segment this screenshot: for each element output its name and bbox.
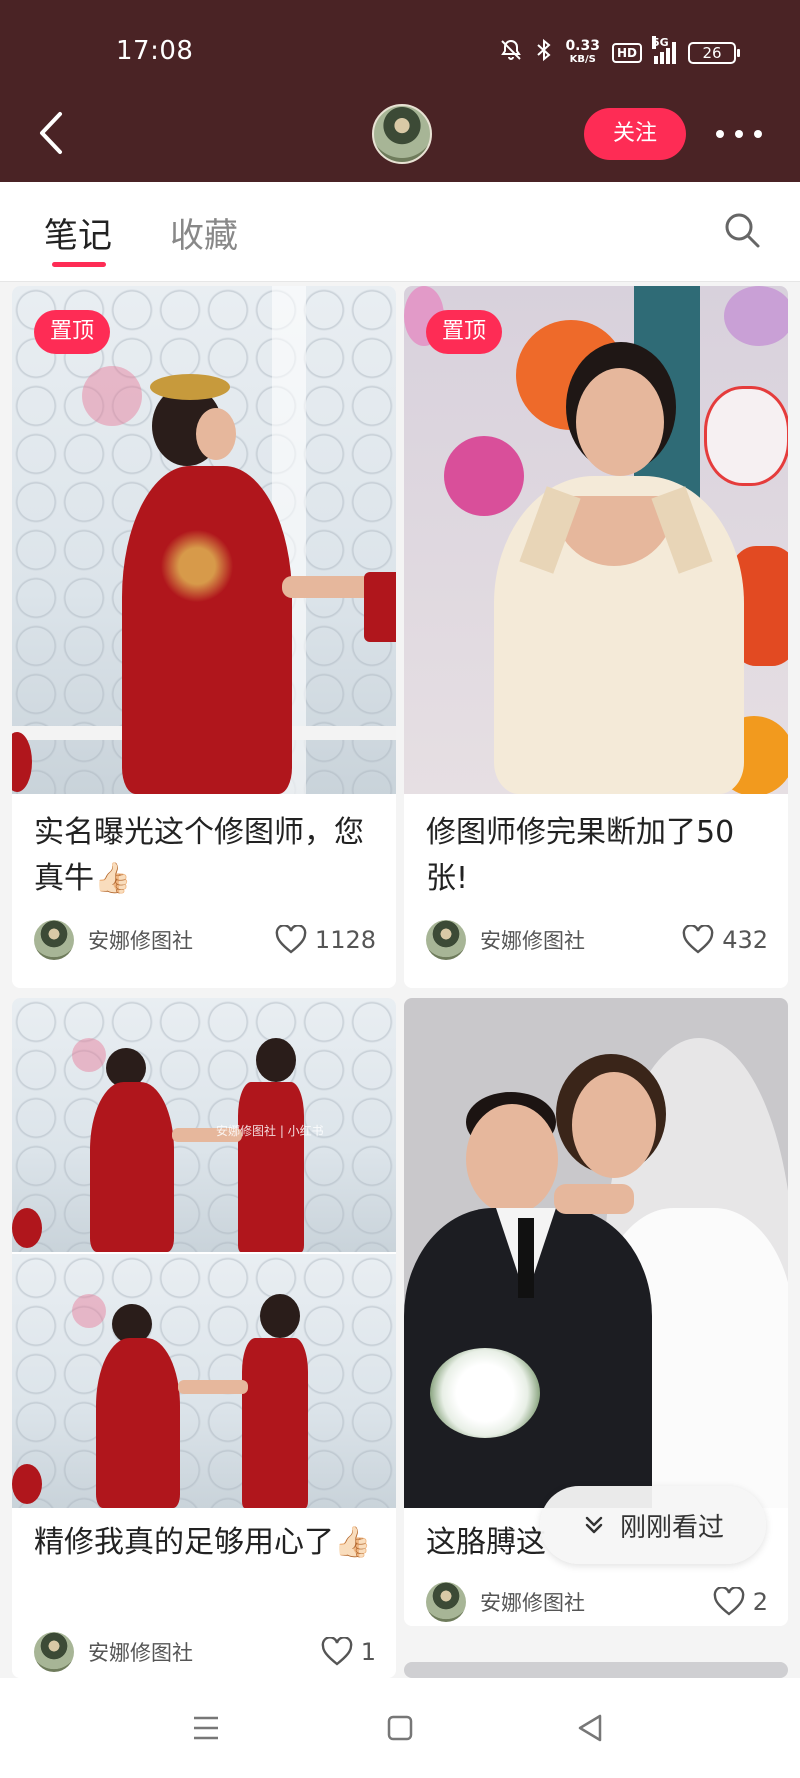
hd-badge: HD (611, 42, 642, 63)
note-card[interactable]: 安娜修图社 | 小红书 精修我真的足够用心了👍🏻 安娜修图社 1 (12, 998, 396, 1678)
like-count: 1 (360, 1638, 376, 1666)
content-tabs: 笔记 收藏 (0, 182, 800, 282)
double-chevron-down-icon (585, 1516, 603, 1534)
triangle-back-icon (578, 1714, 602, 1742)
app-screen: 17:08 0.33 KB/S HD 5G 26 关注 笔记 收藏 置顶 实名曝… (0, 0, 800, 1778)
note-card[interactable]: 置顶 修图师修完果断加了50张! 安娜修图社 432 (404, 286, 788, 988)
back-button[interactable] (34, 108, 70, 158)
like-count: 2 (752, 1588, 768, 1616)
author-avatar[interactable] (426, 1582, 466, 1622)
menu-icon (194, 1716, 218, 1740)
recently-viewed-button[interactable]: 刚刚看过 (540, 1486, 766, 1564)
author-avatar[interactable] (34, 1632, 74, 1672)
dot-icon (716, 130, 724, 138)
note-footer: 安娜修图社 1 (34, 1632, 376, 1672)
battery-icon: 26 (688, 41, 740, 64)
net-speed-value: 0.33 (565, 37, 600, 54)
status-icons: 0.33 KB/S HD 5G 26 (499, 35, 740, 67)
net-speed: 0.33 KB/S (565, 37, 600, 66)
tab-collections[interactable]: 收藏 (170, 208, 238, 257)
active-tab-indicator (52, 262, 106, 267)
system-nav-bar (0, 1678, 800, 1778)
net-speed-unit: KB/S (569, 53, 596, 65)
author-avatar[interactable] (426, 920, 466, 960)
search-button[interactable] (722, 210, 762, 250)
dot-icon (735, 130, 743, 138)
recently-viewed-label: 刚刚看过 (619, 1512, 724, 1543)
note-card-partial[interactable] (404, 1662, 788, 1678)
follow-button[interactable]: 关注 (584, 108, 686, 160)
dot-icon (754, 130, 762, 138)
like-button[interactable]: 1128 (275, 925, 376, 955)
tab-notes[interactable]: 笔记 (44, 208, 112, 257)
note-title: 实名曝光这个修图师，您真牛👍🏻 (34, 815, 364, 896)
note-footer: 安娜修图社 432 (426, 920, 768, 960)
note-title: 精修我真的足够用心了👍🏻 (34, 1525, 372, 1560)
heart-icon (713, 1587, 745, 1616)
like-button[interactable]: 1 (321, 1637, 376, 1667)
note-cover-image (404, 998, 788, 1508)
author-name[interactable]: 安娜修图社 (480, 1587, 713, 1617)
author-name[interactable]: 安娜修图社 (480, 925, 682, 955)
note-title: 修图师修完果断加了50张! (426, 815, 735, 896)
heart-icon (275, 925, 307, 954)
author-name[interactable]: 安娜修图社 (88, 1637, 321, 1667)
like-button[interactable]: 432 (682, 925, 768, 955)
heart-icon (321, 1637, 353, 1666)
note-footer: 安娜修图社 1128 (34, 920, 376, 960)
chevron-left-icon (40, 112, 62, 154)
author-avatar[interactable] (34, 920, 74, 960)
back-nav-button[interactable] (570, 1708, 610, 1748)
note-footer: 安娜修图社 2 (426, 1582, 768, 1622)
note-card[interactable]: 置顶 实名曝光这个修图师，您真牛👍🏻 安娜修图社 1128 (12, 286, 396, 988)
note-cover-image (404, 286, 788, 794)
pinned-badge: 置顶 (426, 310, 502, 354)
watermark-text: 安娜修图社 | 小红书 (216, 1124, 324, 1138)
search-icon (725, 213, 760, 248)
mute-icon (499, 38, 523, 67)
bluetooth-icon (535, 38, 553, 67)
heart-icon (682, 925, 714, 954)
note-cover-image (12, 286, 396, 794)
more-options-button[interactable] (716, 118, 762, 150)
signal-icon: 5G (652, 35, 676, 64)
like-count: 432 (722, 926, 768, 954)
note-cover-image: 安娜修图社 | 小红书 (12, 998, 396, 1508)
profile-header: 17:08 0.33 KB/S HD 5G 26 关注 (0, 0, 800, 182)
status-time: 17:08 (116, 36, 194, 66)
author-name[interactable]: 安娜修图社 (88, 925, 275, 955)
square-icon (387, 1715, 413, 1741)
like-button[interactable]: 2 (713, 1587, 768, 1617)
menu-nav-button[interactable] (186, 1708, 226, 1748)
like-count: 1128 (314, 926, 376, 954)
profile-avatar[interactable] (372, 104, 432, 164)
home-nav-button[interactable] (380, 1708, 420, 1748)
pinned-badge: 置顶 (34, 310, 110, 354)
network-type: 5G (652, 35, 669, 49)
